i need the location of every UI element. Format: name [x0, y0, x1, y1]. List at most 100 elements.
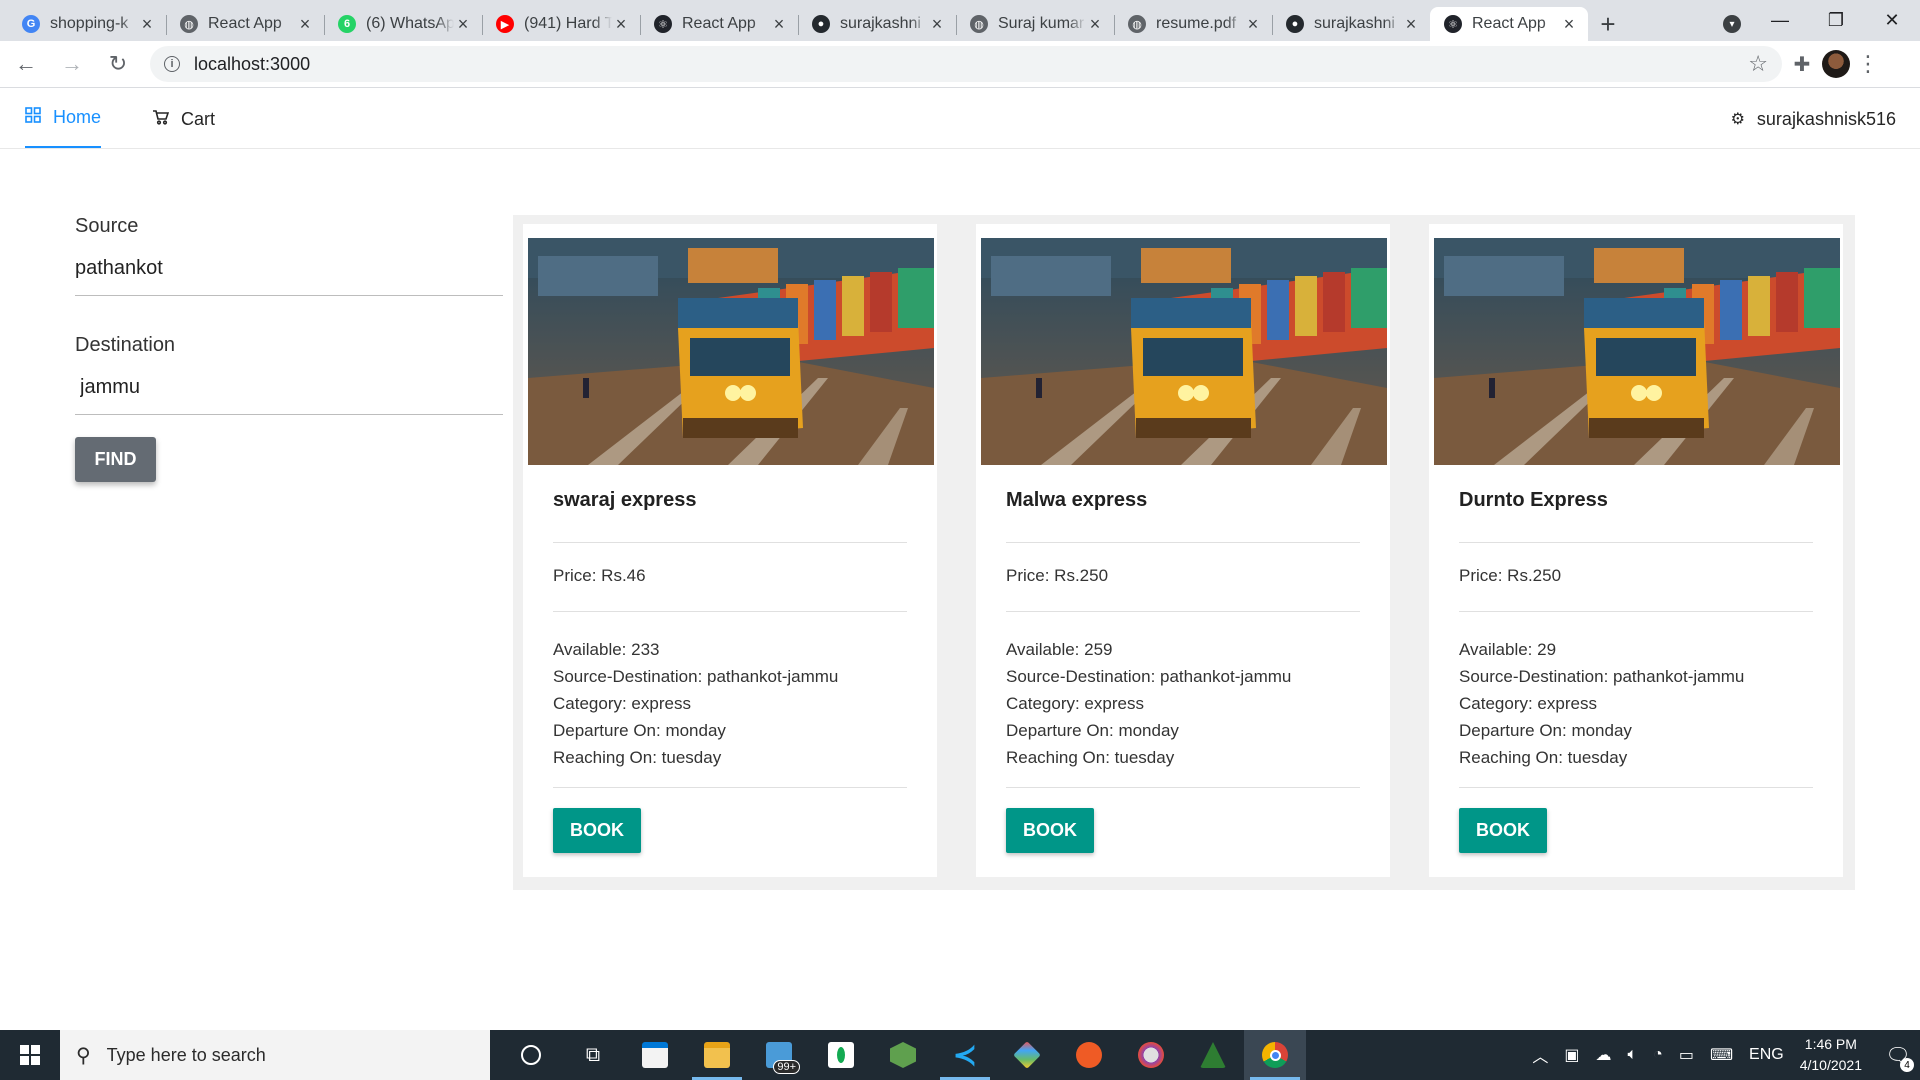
- train-departure: Departure On: monday: [553, 721, 726, 740]
- minimize-button[interactable]: —: [1752, 0, 1808, 41]
- url-text[interactable]: localhost:3000: [194, 54, 1748, 75]
- chevron-up-icon[interactable]: ︿: [1532, 1043, 1548, 1067]
- source-input[interactable]: [75, 254, 503, 296]
- wifi-icon[interactable]: ◔: [1653, 1046, 1663, 1064]
- find-button[interactable]: FIND: [75, 437, 156, 482]
- train-image: [1434, 238, 1840, 465]
- nav-cart[interactable]: Cart: [152, 89, 215, 149]
- git-kraken-icon[interactable]: [996, 1030, 1058, 1080]
- close-tab-icon[interactable]: ×: [1560, 14, 1578, 35]
- github-icon: ●: [1286, 15, 1304, 33]
- youtube-icon: ▶: [496, 15, 514, 33]
- nav-username: surajkashnisk516: [1756, 108, 1896, 129]
- book-button[interactable]: BOOK: [553, 808, 641, 853]
- cortana-icon[interactable]: [500, 1030, 562, 1080]
- train-card: swaraj express Price: Rs.46 Available: 2…: [523, 224, 937, 877]
- book-button[interactable]: BOOK: [1459, 808, 1547, 853]
- browser-menu-icon[interactable]: ⋮: [1850, 51, 1886, 77]
- meet-now-icon[interactable]: ▣: [1564, 1045, 1579, 1065]
- browser-tab[interactable]: ● surajkashni ×: [1272, 7, 1430, 41]
- file-explorer-icon[interactable]: [686, 1030, 748, 1080]
- keyboard-icon[interactable]: ⌨: [1710, 1045, 1733, 1065]
- extensions-puzzle-icon[interactable]: ✚: [1782, 44, 1822, 84]
- address-bar[interactable]: i localhost:3000 ☆: [150, 46, 1782, 82]
- train-details: Available: 29 Source-Destination: pathan…: [1459, 612, 1813, 788]
- browser-tab[interactable]: ◍ React App ×: [166, 7, 324, 41]
- close-tab-icon[interactable]: ×: [770, 14, 788, 35]
- close-tab-icon[interactable]: ×: [138, 14, 156, 35]
- mail-badge: 99+: [773, 1060, 800, 1074]
- browser-tab[interactable]: ▶ (941) Hard T ×: [482, 7, 640, 41]
- search-form: Source Destination FIND: [75, 215, 503, 482]
- clock-date: 4/10/2021: [1799, 1057, 1862, 1073]
- close-tab-icon[interactable]: ×: [1244, 14, 1262, 35]
- vscode-icon[interactable]: ≺: [934, 1030, 996, 1080]
- source-label: Source: [75, 215, 139, 237]
- train-details: Available: 233 Source-Destination: patha…: [553, 612, 907, 788]
- task-view-icon[interactable]: ⧉: [562, 1030, 624, 1080]
- nodejs-icon[interactable]: [872, 1030, 934, 1080]
- taskbar-search-box[interactable]: ⚲ Type here to search: [60, 1030, 490, 1080]
- shopping-cart-icon: [152, 109, 170, 130]
- train-card: Durnto Express Price: Rs.250 Available: …: [1429, 224, 1843, 877]
- mail-icon[interactable]: 99+: [748, 1030, 810, 1080]
- close-tab-icon[interactable]: ×: [1402, 14, 1420, 35]
- volume-icon[interactable]: 🔈︎: [1628, 1046, 1638, 1064]
- mongodb-compass-icon[interactable]: [810, 1030, 872, 1080]
- microsoft-store-icon[interactable]: [624, 1030, 686, 1080]
- nav-home[interactable]: Home: [25, 89, 102, 148]
- close-tab-icon[interactable]: ×: [296, 14, 314, 35]
- browser-tab[interactable]: ◍ resume.pdf ×: [1114, 7, 1272, 41]
- close-tab-icon[interactable]: ×: [612, 14, 630, 35]
- start-button[interactable]: [0, 1030, 60, 1080]
- reload-button[interactable]: ↻: [98, 44, 138, 84]
- cloud-icon[interactable]: ☁: [1596, 1045, 1612, 1065]
- back-button[interactable]: ←: [6, 44, 46, 84]
- browser-tab[interactable]: ● surajkashni ×: [798, 7, 956, 41]
- bookmark-star-icon[interactable]: ☆: [1748, 51, 1768, 77]
- close-tab-icon[interactable]: ×: [928, 14, 946, 35]
- search-icon: ⚲: [76, 1044, 91, 1067]
- profile-avatar[interactable]: [1822, 50, 1850, 78]
- train-route: Source-Destination: pathankot-jammu: [553, 667, 839, 686]
- train-image: [981, 238, 1387, 465]
- maximize-button[interactable]: ❐: [1808, 0, 1864, 41]
- windows-taskbar: ⚲ Type here to search ⧉ 99+ ≺ ︿ ▣ ☁ 🔈︎ ◔…: [0, 1030, 1920, 1080]
- robo3t-icon[interactable]: [1182, 1030, 1244, 1080]
- browser-tab[interactable]: ⚛ React App ×: [1430, 7, 1588, 41]
- book-button[interactable]: BOOK: [1006, 808, 1094, 853]
- notification-center-button[interactable]: 🗨︎ 4: [1876, 1030, 1920, 1080]
- new-tab-button[interactable]: +: [1588, 7, 1628, 41]
- forward-button[interactable]: →: [52, 44, 92, 84]
- browser-tab[interactable]: 6 (6) WhatsAp ×: [324, 7, 482, 41]
- postman-icon[interactable]: [1058, 1030, 1120, 1080]
- google-icon: G: [22, 15, 40, 33]
- tab-search-button[interactable]: ▾: [1712, 7, 1752, 41]
- train-name: swaraj express: [553, 489, 907, 543]
- nav-home-label: Home: [53, 107, 102, 127]
- train-available: Available: 29: [1459, 640, 1557, 659]
- train-route: Source-Destination: pathankot-jammu: [1006, 667, 1292, 686]
- train-image: [528, 238, 934, 465]
- battery-icon[interactable]: ▭: [1679, 1045, 1694, 1065]
- tab-title: (941) Hard T: [524, 15, 612, 32]
- chrome-icon[interactable]: [1244, 1030, 1306, 1080]
- train-card: Malwa express Price: Rs.250 Available: 2…: [976, 224, 1390, 877]
- nav-user-settings[interactable]: ⚙ surajkashnisk516: [1731, 89, 1896, 149]
- close-tab-icon[interactable]: ×: [1086, 14, 1104, 35]
- paint-app-icon[interactable]: [1120, 1030, 1182, 1080]
- close-tab-icon[interactable]: ×: [454, 14, 472, 35]
- clock[interactable]: 1:46 PM 4/10/2021: [1800, 1034, 1862, 1076]
- globe-icon: ◍: [180, 15, 198, 33]
- browser-tab[interactable]: Gshopping-k ×: [8, 7, 166, 41]
- browser-tab[interactable]: ⚛ React App ×: [640, 7, 798, 41]
- language-indicator[interactable]: ENG: [1749, 1046, 1784, 1064]
- browser-tab[interactable]: ◍ Suraj kumar ×: [956, 7, 1114, 41]
- close-window-button[interactable]: ✕: [1864, 0, 1920, 41]
- tab-title: React App: [682, 15, 756, 32]
- tab-title: Suraj kumar: [998, 15, 1085, 32]
- tab-title: surajkashni: [840, 15, 921, 32]
- site-info-icon[interactable]: i: [164, 56, 180, 72]
- destination-input[interactable]: [75, 373, 503, 415]
- tab-title: (6) WhatsAp: [366, 15, 454, 32]
